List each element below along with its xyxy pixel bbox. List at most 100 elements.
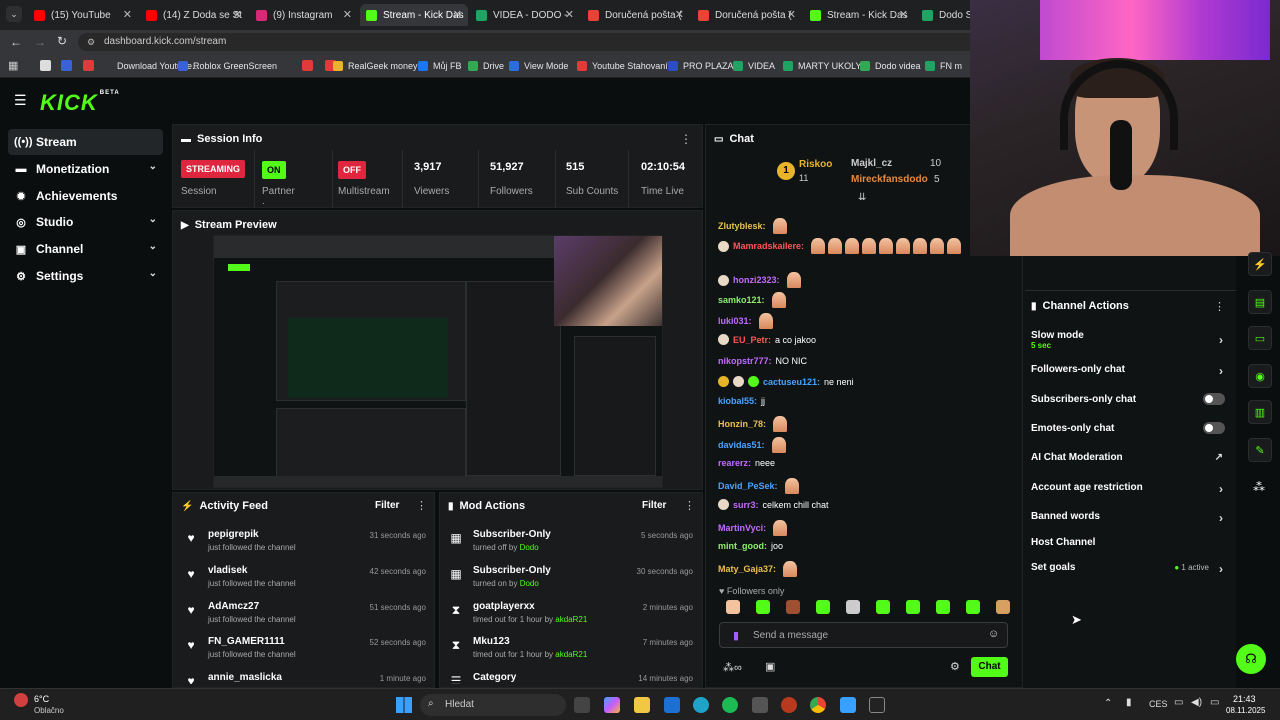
browser-tab[interactable]: Doručená pošta (✕	[582, 4, 690, 26]
close-tab-icon[interactable]: ✕	[565, 8, 574, 21]
mod-menu-icon[interactable]: ⋮	[684, 499, 695, 512]
chat-message[interactable]: surr3: celkem chill chat	[718, 499, 829, 510]
bookmark-icon[interactable]	[302, 60, 313, 71]
followers-only-row[interactable]: Followers-only chat ›	[1031, 364, 1227, 378]
close-tab-icon[interactable]: ✕	[123, 8, 132, 21]
emotes-only-toggle[interactable]	[1203, 422, 1225, 434]
broadcast-icon[interactable]: ◉	[1248, 364, 1272, 388]
emote-picker-icon[interactable]	[966, 600, 980, 614]
kick-logo[interactable]: KICK BETA	[40, 90, 120, 116]
mic-icon[interactable]: ▮	[733, 629, 739, 642]
browser-tab[interactable]: Stream - Kick Das ✕	[360, 4, 468, 26]
chat-input[interactable]: ▮ Send a message ☺	[719, 622, 1008, 648]
bookmark-item[interactable]: PRO PLAZA	[668, 59, 734, 73]
bookmark-icon[interactable]	[83, 60, 94, 71]
activity-item[interactable]: ♥ annie_maslicka 1 minute ago	[184, 670, 428, 684]
stream-preview-video[interactable]	[213, 235, 663, 488]
explorer-icon[interactable]	[634, 697, 650, 713]
windows-start-icon[interactable]	[396, 697, 412, 713]
chat-username[interactable]: cactuseu121:	[763, 377, 820, 387]
chat-username[interactable]: kiobal55:	[718, 396, 757, 406]
app-icon[interactable]	[840, 697, 856, 713]
chat-message[interactable]: samko121:	[718, 292, 786, 308]
epic-games-icon[interactable]	[869, 697, 885, 713]
chat-message[interactable]: honzi2323:	[718, 272, 801, 288]
banned-words-row[interactable]: Banned words ›	[1031, 511, 1227, 525]
help-button[interactable]: ☊	[1236, 644, 1266, 674]
bookmark-item[interactable]: Drive	[468, 59, 504, 73]
sidebar-item-stream[interactable]: ((•)) Stream	[8, 129, 163, 155]
emote-picker-icon[interactable]	[906, 600, 920, 614]
network-icon[interactable]: ▭	[1174, 697, 1183, 708]
subscribers-only-toggle[interactable]	[1203, 393, 1225, 405]
chat-username[interactable]: Zlutyblesk:	[718, 221, 766, 231]
chat-username[interactable]: EU_Petr:	[733, 335, 771, 345]
host-channel-row[interactable]: Host Channel	[1031, 537, 1227, 548]
sidebar-item-studio[interactable]: ◎ Studio ⌄	[8, 209, 163, 235]
emote-picker-icon[interactable]	[756, 600, 770, 614]
task-view-icon[interactable]	[574, 697, 590, 713]
emote-picker-icon[interactable]	[786, 600, 800, 614]
wrench-icon[interactable]: ✎	[1248, 438, 1272, 462]
mod-action-item[interactable]: ☰ Category 14 minutes ago	[449, 670, 695, 684]
apps-grid-icon[interactable]: ▦	[8, 59, 18, 72]
emote-picker-icon[interactable]	[936, 600, 950, 614]
chat-username[interactable]: David_PeSek:	[718, 481, 778, 491]
chat-message[interactable]: EU_Petr: a co jakoo	[718, 334, 816, 345]
obs-icon[interactable]	[781, 697, 797, 713]
terminal-icon[interactable]	[752, 697, 768, 713]
mod-filter-button[interactable]: Filter	[642, 500, 666, 511]
sidebar-item-achievements[interactable]: ✹ Achievements	[8, 183, 163, 209]
layout-icon[interactable]: ▥	[1248, 400, 1272, 424]
chat-message[interactable]: rearerz: neee	[718, 458, 775, 468]
copilot-icon[interactable]	[604, 697, 620, 713]
spotify-icon[interactable]	[722, 697, 738, 713]
channel-actions-menu-icon[interactable]: ⋮	[1214, 300, 1225, 313]
chat-message[interactable]: Mamradskailere:	[718, 238, 962, 254]
tab-search-button[interactable]: ⌄	[6, 6, 22, 22]
browser-tab[interactable]: (9) Instagram ✕	[250, 4, 358, 26]
url-input[interactable]: ⚙ dashboard.kick.com/stream	[78, 33, 978, 51]
bookmark-icon[interactable]	[61, 60, 72, 71]
ai-moderation-row[interactable]: AI Chat Moderation ↗	[1031, 452, 1227, 463]
chat-username[interactable]: Honzin_78:	[718, 419, 766, 429]
chat-message[interactable]: davidas51:	[718, 437, 786, 453]
bookmark-item[interactable]: View Mode	[509, 59, 568, 73]
bookmark-item[interactable]: Roblox GreenScreen	[178, 59, 277, 73]
browser-tab[interactable]: Stream - Kick Das ✕	[804, 4, 914, 26]
account-age-row[interactable]: Account age restriction ›	[1031, 482, 1227, 496]
activity-item[interactable]: ♥ pepigrepik just followed the channel 31 s…	[184, 527, 428, 563]
menu-hamburger-icon[interactable]: ☰	[14, 92, 27, 109]
bookmark-item[interactable]: RealGeek money	[333, 59, 418, 73]
bookmark-item[interactable]: MARTY UKOLY	[783, 59, 862, 73]
bookmark-item[interactable]: FN m	[925, 59, 962, 73]
taskbar-search[interactable]: ⌕ Hledat	[420, 694, 566, 716]
battery-icon[interactable]: ▭	[1210, 697, 1219, 708]
outlook-icon[interactable]	[664, 697, 680, 713]
browser-tab[interactable]: (15) YouTube ✕	[28, 4, 138, 26]
close-tab-icon[interactable]: ✕	[233, 8, 242, 21]
chat-username[interactable]: nikopstr777:	[718, 356, 772, 366]
close-tab-icon[interactable]: ✕	[453, 8, 462, 21]
chat-settings-icon[interactable]: ⚙	[950, 660, 960, 673]
chat-icon[interactable]: ▭	[1248, 326, 1272, 350]
bookmark-item[interactable]: VIDEA	[733, 59, 775, 73]
chat-username[interactable]: Mamradskailere:	[733, 241, 804, 251]
session-menu-icon[interactable]: ⋮	[680, 132, 692, 146]
edge-icon[interactable]	[693, 697, 709, 713]
mic-tray-icon[interactable]: ▮	[1126, 697, 1132, 708]
bookmark-item[interactable]: Youtube Stahovaní	[577, 59, 668, 73]
chat-message[interactable]: kiobal55: jj	[718, 396, 765, 406]
store-icon[interactable]: ▣	[765, 660, 775, 673]
mod-action-item[interactable]: ⧗ Mku123 timed out for 1 hour by akdaR21 7 …	[449, 634, 695, 670]
activity-item[interactable]: ♥ vladisek just followed the channel 42 sec…	[184, 563, 428, 599]
emote-picker-icon[interactable]	[816, 600, 830, 614]
sidebar-item-monetization[interactable]: ▬ Monetization ⌄	[8, 156, 163, 182]
chat-username[interactable]: mint_good:	[718, 541, 767, 551]
clock-date[interactable]: 08.11.2025	[1226, 706, 1265, 715]
language-indicator[interactable]: CES	[1149, 699, 1168, 709]
bookmark-item[interactable]: Můj FB	[418, 59, 462, 73]
chat-message[interactable]: David_PeSek:	[718, 478, 799, 494]
slow-mode-row[interactable]: Slow mode 5 sec ›	[1031, 330, 1227, 352]
close-tab-icon[interactable]: ✕	[899, 8, 908, 21]
